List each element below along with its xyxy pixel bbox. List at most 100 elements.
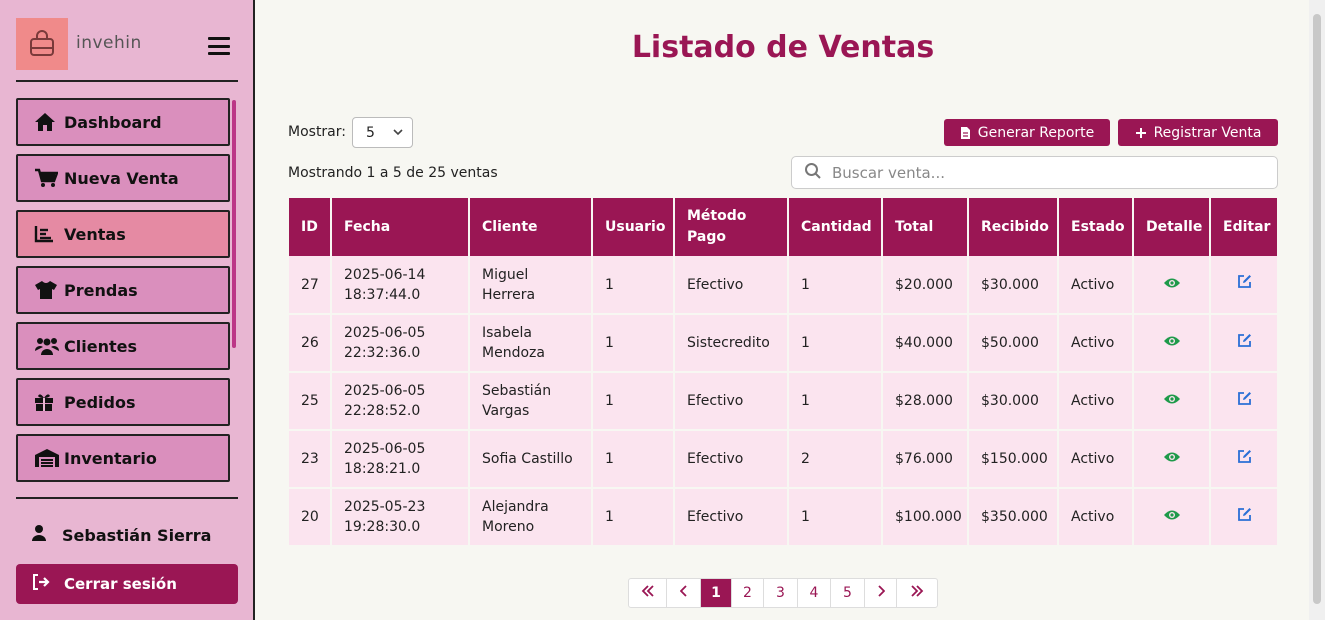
sidebar-item-prendas[interactable]: Prendas xyxy=(16,266,230,314)
menu-toggle-icon[interactable] xyxy=(208,37,230,55)
column-header: Estado xyxy=(1058,198,1134,256)
page-button-5[interactable]: 5 xyxy=(831,579,865,607)
cell-estado: Activo xyxy=(1058,488,1134,547)
generate-report-label: Generar Reporte xyxy=(977,124,1095,141)
chevron-right-icon xyxy=(877,585,885,601)
page-button-3[interactable]: 3 xyxy=(764,579,798,607)
cell-recibido: $30.000 xyxy=(968,372,1059,431)
sidebar-item-dashboard[interactable]: Dashboard xyxy=(16,98,230,146)
first-page-button[interactable] xyxy=(629,579,667,607)
column-header: Fecha xyxy=(331,198,470,256)
cell-editar xyxy=(1210,488,1277,547)
sidebar-divider xyxy=(16,80,238,82)
cell-cantidad: 2 xyxy=(788,430,883,489)
page-button-2[interactable]: 2 xyxy=(732,579,764,607)
search-box[interactable] xyxy=(791,156,1278,189)
cell-metodo: Efectivo xyxy=(674,372,789,431)
file-icon xyxy=(960,126,971,140)
eye-icon[interactable] xyxy=(1163,335,1181,347)
home-icon xyxy=(34,111,60,133)
cell-cliente: Isabela Mendoza xyxy=(469,314,593,373)
cell-estado: Activo xyxy=(1058,430,1134,489)
cell-cantidad: 1 xyxy=(788,256,883,315)
generate-report-button[interactable]: Generar Reporte xyxy=(944,119,1110,146)
eye-icon[interactable] xyxy=(1163,509,1181,521)
pagination: 1 2 3 4 5 xyxy=(628,578,938,608)
cell-detalle xyxy=(1133,372,1211,431)
chevron-down-icon xyxy=(392,125,404,143)
cell-fecha: 2025-05-23 19:28:30.0 xyxy=(331,488,470,547)
plus-icon xyxy=(1135,127,1147,139)
sidebar-item-clientes[interactable]: Clientes xyxy=(16,322,230,370)
cell-id: 26 xyxy=(289,314,332,373)
cell-editar xyxy=(1210,430,1277,489)
cell-cantidad: 1 xyxy=(788,488,883,547)
sidebar-item-pedidos[interactable]: Pedidos xyxy=(16,378,230,426)
shopping-bag-icon[interactable] xyxy=(16,18,68,70)
user-profile[interactable]: Sebastián Sierra xyxy=(30,524,211,546)
eye-icon[interactable] xyxy=(1163,393,1181,405)
logout-button[interactable]: Cerrar sesión xyxy=(16,564,238,604)
edit-icon[interactable] xyxy=(1237,333,1252,348)
eye-icon[interactable] xyxy=(1163,277,1181,289)
brand: invehin xyxy=(16,18,238,70)
cell-fecha: 2025-06-05 22:32:36.0 xyxy=(331,314,470,373)
search-icon xyxy=(804,162,822,184)
results-count: Mostrando 1 a 5 de 25 ventas xyxy=(288,165,498,181)
eye-icon[interactable] xyxy=(1163,451,1181,463)
cell-cantidad: 1 xyxy=(788,314,883,373)
cell-estado: Activo xyxy=(1058,372,1134,431)
edit-icon[interactable] xyxy=(1237,449,1252,464)
column-header: Método Pago xyxy=(674,198,789,256)
page-size-select[interactable]: 5 xyxy=(352,117,413,148)
cell-editar xyxy=(1210,314,1277,373)
page-title: Listado de Ventas xyxy=(631,30,935,65)
cell-detalle xyxy=(1133,430,1211,489)
cell-id: 25 xyxy=(289,372,332,431)
next-page-button[interactable] xyxy=(865,579,897,607)
sidebar-item-nueva-venta[interactable]: Nueva Venta xyxy=(16,154,230,202)
column-header: Recibido xyxy=(968,198,1059,256)
edit-icon[interactable] xyxy=(1237,391,1252,406)
register-sale-button[interactable]: Registrar Venta xyxy=(1118,119,1278,146)
edit-icon[interactable] xyxy=(1237,274,1252,289)
page-scrollbar[interactable] xyxy=(1309,0,1325,620)
cell-usuario: 1 xyxy=(592,488,675,547)
cell-fecha: 2025-06-14 18:37:44.0 xyxy=(331,256,470,315)
sidebar-scrollbar[interactable] xyxy=(232,100,236,348)
double-chevron-right-icon xyxy=(910,585,924,601)
shirt-icon xyxy=(34,279,60,301)
last-page-button[interactable] xyxy=(897,579,937,607)
cell-id: 20 xyxy=(289,488,332,547)
column-header: Cantidad xyxy=(788,198,883,256)
cell-estado: Activo xyxy=(1058,256,1134,315)
cell-editar xyxy=(1210,256,1277,315)
table-row: 26 2025-06-05 22:32:36.0 Isabela Mendoza… xyxy=(289,314,1277,373)
page-button-4[interactable]: 4 xyxy=(798,579,831,607)
sidebar-item-ventas[interactable]: Ventas xyxy=(16,210,230,258)
page-size-value: 5 xyxy=(366,124,375,141)
chart-line-icon xyxy=(34,223,60,245)
edit-icon[interactable] xyxy=(1237,507,1252,522)
column-header: Cliente xyxy=(469,198,593,256)
cell-total: $28.000 xyxy=(882,372,969,431)
sidebar-item-label: Clientes xyxy=(64,336,137,356)
prev-page-button[interactable] xyxy=(667,579,701,607)
cell-metodo: Efectivo xyxy=(674,256,789,315)
cell-fecha: 2025-06-05 18:28:21.0 xyxy=(331,430,470,489)
page-button-1[interactable]: 1 xyxy=(701,579,732,607)
cell-fecha: 2025-06-05 22:28:52.0 xyxy=(331,372,470,431)
cell-total: $100.000 xyxy=(882,488,969,547)
sidebar-item-inventario[interactable]: Inventario xyxy=(16,434,230,482)
sidebar-item-label: Pedidos xyxy=(64,392,136,412)
cell-usuario: 1 xyxy=(592,372,675,431)
gift-icon xyxy=(34,391,60,413)
scrollbar-thumb[interactable] xyxy=(1313,14,1321,604)
cell-cliente: Alejandra Moreno xyxy=(469,488,593,547)
brand-name: invehin xyxy=(76,33,142,53)
cell-total: $20.000 xyxy=(882,256,969,315)
search-input[interactable] xyxy=(832,163,1252,182)
cell-detalle xyxy=(1133,256,1211,315)
warehouse-icon xyxy=(34,447,60,469)
cell-recibido: $30.000 xyxy=(968,256,1059,315)
